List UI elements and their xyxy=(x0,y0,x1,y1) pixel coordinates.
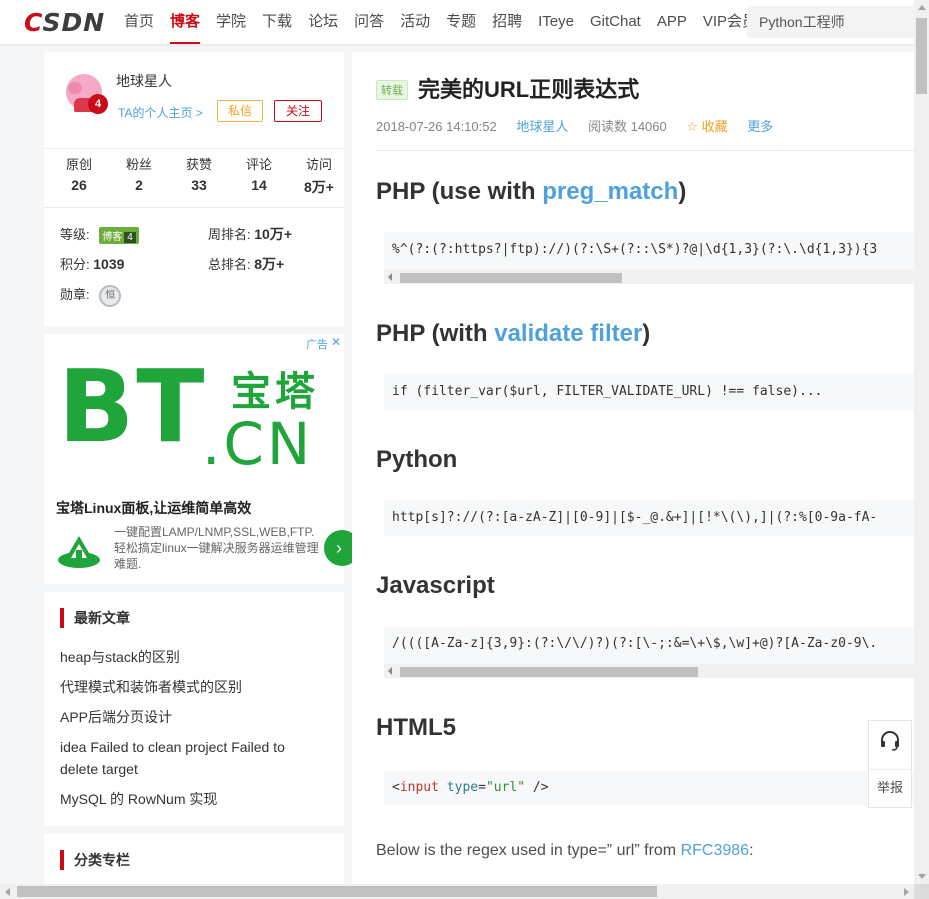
stat-likes[interactable]: 获赞 33 xyxy=(174,149,224,207)
nav-item[interactable]: GitChat xyxy=(590,0,641,44)
close-icon[interactable]: ✕ xyxy=(331,335,341,349)
total-rank-row: 总排名: 8万+ xyxy=(208,256,285,272)
article-author-link[interactable]: 地球星人 xyxy=(516,119,568,134)
validate-filter-link[interactable]: validate filter xyxy=(494,320,642,347)
ad-banner[interactable]: 广告 ✕ BT 宝塔 .CN 宝塔Linux面板,让运维简单高效 一键配置LAM… xyxy=(44,334,360,584)
medal-row: 勋章: 恒 xyxy=(60,284,122,307)
blog-age-badge: 4 xyxy=(88,94,108,114)
headset-icon[interactable] xyxy=(878,729,902,753)
nav-item[interactable]: 下载 xyxy=(262,0,292,44)
nav-item[interactable]: 首页 xyxy=(124,0,154,44)
heading-html5: HTML5 xyxy=(376,714,456,741)
article-title: 完美的URL正则表达式 xyxy=(418,77,640,102)
recent-post-item[interactable]: idea Failed to clean project Failed to d… xyxy=(60,736,320,780)
heading-php-filter: PHP (with validate filter) xyxy=(376,320,651,347)
code-block-javascript[interactable]: /((([A-Za-z]{3,9}:(?:\/\/)?)(?:[\-;:&=\+… xyxy=(384,626,914,678)
code-scrollbar[interactable] xyxy=(384,270,914,284)
article-date: 2018-07-26 14:10:52 xyxy=(376,119,497,134)
author-profile-card: 4 地球星人 TA的个人主页 > 私信 关注 原创 26 粉丝 2 获赞 33 评论 1… xyxy=(44,52,344,326)
article-meta: 2018-07-26 14:10:52 地球星人 阅读数 14060 ☆ 收藏 … xyxy=(376,116,789,135)
nav-item[interactable]: 问答 xyxy=(354,0,384,44)
ad-title: 宝塔Linux面板,让运维简单高效 xyxy=(56,500,252,516)
rfc3986-link[interactable]: RFC3986 xyxy=(681,842,749,859)
level-badge[interactable]: 博客 4 xyxy=(99,227,139,245)
floating-toolbar: 举报 xyxy=(868,720,912,808)
nav-item[interactable]: 专题 xyxy=(446,0,476,44)
article-main: 转载 完美的URL正则表达式 2018-07-26 14:10:52 地球星人 … xyxy=(352,52,914,892)
stat-fans[interactable]: 粉丝 2 xyxy=(114,149,164,207)
recent-posts-title: 最新文章 xyxy=(60,608,130,628)
top-navbar: CSDN 首页 博客 学院 下载 论坛 问答 活动 专题 招聘 ITeye GitChat APP VI… xyxy=(0,0,914,45)
author-name[interactable]: 地球星人 xyxy=(116,71,172,91)
ad-label: 广告 xyxy=(306,339,328,351)
nav-item[interactable]: 论坛 xyxy=(308,0,338,44)
divider xyxy=(376,150,914,151)
nav-item[interactable]: 活动 xyxy=(400,0,430,44)
recent-posts-card: 最新文章 heap与stack的区别 代理模式和装饰者模式的区别 APP后端分页… xyxy=(44,592,344,826)
author-stats: 原创 26 粉丝 2 获赞 33 评论 14 访问 8万+ xyxy=(44,148,344,208)
scrollbar-corner xyxy=(914,884,929,899)
repost-tag: 转载 xyxy=(376,80,408,100)
ad-brand-domain: .CN xyxy=(202,410,314,478)
nav-item[interactable]: 博客 xyxy=(170,0,201,44)
heading-python: Python xyxy=(376,446,458,473)
report-button[interactable]: 举报 xyxy=(869,777,911,796)
search-input[interactable]: Python工程师 xyxy=(747,6,914,38)
message-button[interactable]: 私信 xyxy=(217,100,263,122)
code-block-php-filter[interactable]: if (filter_var($url, FILTER_VALIDATE_URL… xyxy=(384,374,914,410)
more-button[interactable]: 更多 xyxy=(747,119,773,134)
read-count: 阅读数 14060 xyxy=(587,119,667,134)
nav-item[interactable]: 招聘 xyxy=(492,0,522,44)
rfc-paragraph: Below is the regex used in type=” url” f… xyxy=(376,842,754,859)
code-block-python[interactable]: http[s]?://(?:[a-zA-Z]|[0-9]|[$-_@.&+]|[… xyxy=(384,500,914,536)
nav-menu: 首页 博客 学院 下载 论坛 问答 活动 专题 招聘 ITeye GitChat APP VIP会员 xyxy=(124,0,773,44)
ad-brand-cn: 宝塔 xyxy=(231,370,319,414)
author-homepage-link[interactable]: TA的个人主页 > xyxy=(118,104,203,121)
code-scrollbar[interactable] xyxy=(384,664,914,678)
recent-posts-list: heap与stack的区别 代理模式和装饰者模式的区别 APP后端分页设计 id… xyxy=(60,646,320,818)
heading-php-preg: PHP (use with preg_match) xyxy=(376,178,687,205)
stat-original[interactable]: 原创 26 xyxy=(54,149,104,207)
ad-description: 一键配置LAMP/LNMP,SSL,WEB,FTP.轻松搞定linux一键解决服… xyxy=(114,525,319,571)
category-title: 分类专栏 xyxy=(60,850,130,870)
favorite-button[interactable]: ☆ 收藏 xyxy=(686,119,727,134)
points-row: 积分: 1039 xyxy=(60,256,125,272)
recent-post-item[interactable]: MySQL 的 RowNum 实现 xyxy=(60,788,320,810)
page-vertical-scrollbar[interactable] xyxy=(914,0,929,884)
recent-post-item[interactable]: 代理模式和装饰者模式的区别 xyxy=(60,676,320,698)
ad-bt-logo: BT xyxy=(58,348,207,465)
week-rank-row: 周排名: 10万+ xyxy=(208,226,292,242)
code-block-html5[interactable]: <input type="url" /> xyxy=(384,770,914,806)
preg-match-link[interactable]: preg_match xyxy=(542,178,678,205)
persistence-medal-icon[interactable]: 恒 xyxy=(99,284,122,307)
heading-javascript: Javascript xyxy=(376,572,495,599)
nav-item[interactable]: ITeye xyxy=(538,0,574,44)
follow-button[interactable]: 关注 xyxy=(274,100,322,122)
code-block-php-preg[interactable]: %^(?:(?:https?|ftp)://)(?:\S+(?::\S*)?@|… xyxy=(384,232,914,284)
bt-panel-logo-icon xyxy=(58,536,100,568)
nav-item[interactable]: APP xyxy=(657,0,687,44)
csdn-logo[interactable]: CSDN xyxy=(24,8,105,37)
stat-comments[interactable]: 评论 14 xyxy=(234,149,284,207)
stat-visits[interactable]: 访问 8万+ xyxy=(294,149,344,207)
level-row: 等级: 博客 4 xyxy=(60,224,139,245)
page-horizontal-scrollbar[interactable] xyxy=(0,884,914,899)
recent-post-item[interactable]: heap与stack的区别 xyxy=(60,646,320,668)
nav-item[interactable]: 学院 xyxy=(216,0,246,44)
recent-post-item[interactable]: APP后端分页设计 xyxy=(60,706,320,728)
